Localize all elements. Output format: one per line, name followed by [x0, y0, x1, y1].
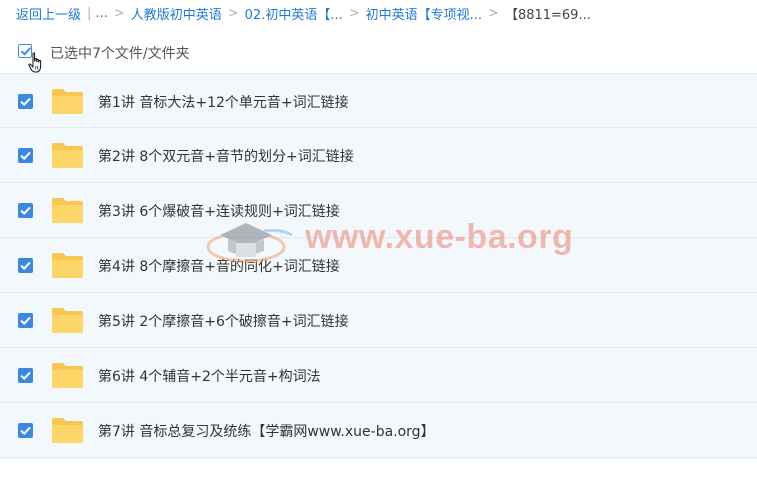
breadcrumb-item-3[interactable]: 初中英语【专项视...: [366, 4, 482, 23]
file-list: 第1讲 音标大法+12个单元音+词汇链接 第2讲 8个双元音+音节的划分+词汇链…: [0, 73, 757, 458]
breadcrumb-item-1[interactable]: 人教版初中英语: [131, 4, 222, 23]
file-name[interactable]: 第2讲 8个双元音+音节的划分+词汇链接: [98, 146, 354, 166]
file-row[interactable]: 第5讲 2个摩擦音+6个破擦音+词汇链接: [0, 293, 757, 348]
watermark-logo-icon: [206, 223, 293, 263]
breadcrumb-separator: >: [488, 5, 499, 21]
breadcrumb-ellipsis[interactable]: ...: [95, 6, 107, 21]
row-checkbox[interactable]: [18, 368, 33, 383]
folder-icon[interactable]: [51, 417, 84, 444]
row-checkbox[interactable]: [18, 423, 33, 438]
file-row[interactable]: 第2讲 8个双元音+音节的划分+词汇链接: [0, 128, 757, 183]
file-name[interactable]: 第6讲 4个辅音+2个半元音+构词法: [98, 366, 321, 386]
breadcrumb-separator: >: [113, 5, 125, 21]
folder-icon[interactable]: [51, 197, 84, 224]
check-icon: [20, 206, 31, 216]
back-link[interactable]: 返回上一级: [16, 4, 81, 23]
breadcrumb-separator: >: [348, 5, 360, 21]
check-icon: [20, 261, 31, 271]
file-name[interactable]: 第1讲 音标大法+12个单元音+词汇链接: [98, 92, 349, 112]
folder-icon[interactable]: [51, 362, 84, 389]
row-checkbox[interactable]: [18, 258, 33, 273]
breadcrumb-item-2[interactable]: 02.初中英语【...: [245, 4, 343, 23]
check-icon: [20, 97, 31, 107]
selection-bar: 已选中7个文件/文件夹: [0, 36, 757, 68]
breadcrumb-current: 【8811=69...: [504, 7, 591, 23]
folder-icon[interactable]: [51, 252, 84, 279]
file-row[interactable]: 第6讲 4个辅音+2个半元音+构词法: [0, 348, 757, 403]
folder-icon[interactable]: [51, 142, 84, 169]
hand-cursor-icon: [28, 52, 42, 73]
folder-icon[interactable]: [51, 307, 84, 334]
file-name[interactable]: 第5讲 2个摩擦音+6个破擦音+词汇链接: [98, 311, 349, 331]
file-name[interactable]: 第7讲 音标总复习及统练【学霸网www.xue-ba.org】: [98, 421, 435, 441]
check-icon: [20, 151, 31, 161]
watermark-text: www.xue-ba.org: [305, 218, 574, 256]
file-row[interactable]: 第7讲 音标总复习及统练【学霸网www.xue-ba.org】: [0, 403, 757, 458]
selection-count: 已选中7个文件/文件夹: [50, 46, 190, 62]
check-icon: [20, 426, 31, 436]
breadcrumb-divider: |: [87, 5, 92, 21]
row-checkbox[interactable]: [18, 313, 33, 328]
breadcrumb: 返回上一级 | ... > 人教版初中英语 > 02.初中英语【... > 初中…: [16, 0, 756, 26]
check-icon: [20, 371, 31, 381]
row-checkbox[interactable]: [18, 148, 33, 163]
check-icon: [20, 316, 31, 326]
row-checkbox[interactable]: [18, 203, 33, 218]
folder-icon[interactable]: [51, 88, 84, 115]
breadcrumb-separator: >: [227, 5, 239, 21]
row-checkbox[interactable]: [18, 94, 33, 109]
file-row[interactable]: 第1讲 音标大法+12个单元音+词汇链接: [0, 73, 757, 128]
